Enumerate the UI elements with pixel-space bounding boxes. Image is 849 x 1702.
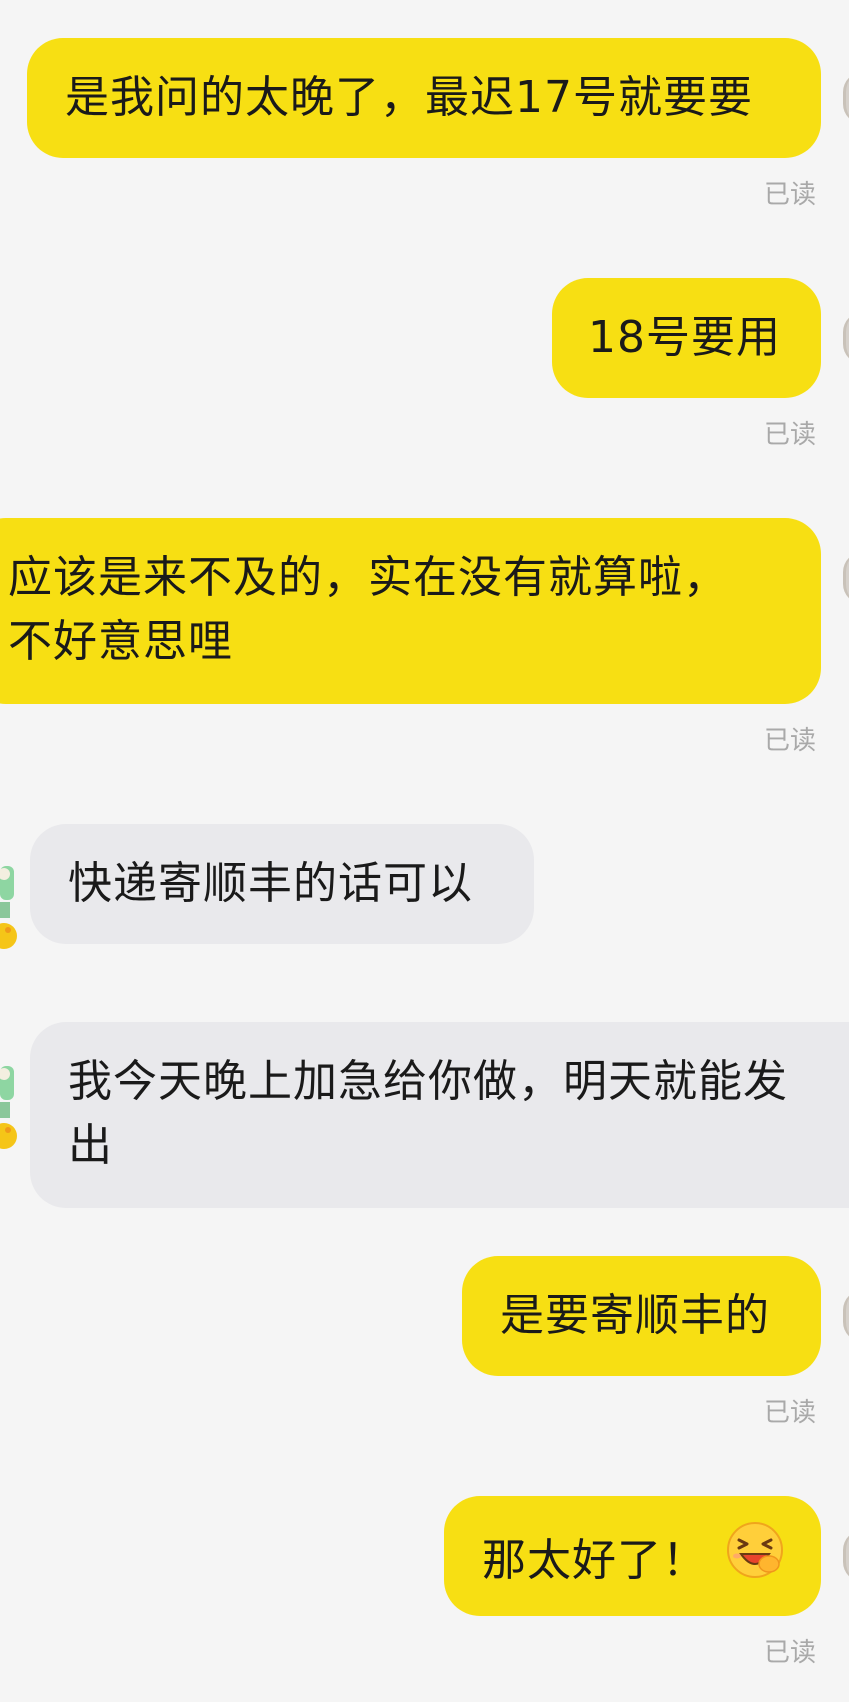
message-bubble-incoming[interactable]: 我今天晚上加急给你做，明天就能发 出: [30, 1022, 849, 1208]
read-status: 已读: [764, 726, 817, 756]
message-bubble-outgoing[interactable]: 18号要用: [552, 278, 821, 398]
message-text: 18号要用: [588, 312, 781, 363]
chat-screen: 是我问的太晚了，最迟17号就要要 已读 18号要用 已读 应该是来不及的，实在没…: [0, 0, 849, 1702]
my-avatar[interactable]: [843, 72, 849, 124]
partner-avatar[interactable]: [0, 1058, 24, 1158]
message-text: 那太好了！: [482, 1535, 707, 1586]
grinning-squint-face-icon: [725, 1520, 785, 1598]
message-bubble-outgoing[interactable]: 那太好了！: [444, 1496, 821, 1616]
message-bubble-incoming[interactable]: 快递寄顺丰的话可以: [30, 824, 534, 944]
message-text: 快递寄顺丰的话可以: [68, 858, 473, 909]
message-text-line: 出: [68, 1120, 113, 1171]
message-bubble-outgoing[interactable]: 应该是来不及的，实在没有就算啦， 不好意思哩: [0, 518, 821, 704]
read-status: 已读: [764, 180, 817, 210]
cartoon-avatar-icon: [0, 1066, 17, 1149]
message-text-line: 应该是来不及的，实在没有就算啦，: [8, 552, 728, 603]
read-status: 已读: [764, 1398, 817, 1428]
my-avatar[interactable]: [843, 552, 849, 604]
message-text-line: 不好意思哩: [8, 616, 233, 667]
read-status: 已读: [764, 1638, 817, 1668]
my-avatar[interactable]: [843, 1290, 849, 1342]
my-avatar[interactable]: [843, 312, 849, 364]
read-status: 已读: [764, 420, 817, 450]
message-text: 是要寄顺丰的: [500, 1290, 770, 1341]
my-avatar[interactable]: [843, 1530, 849, 1582]
message-text: 是我问的太晚了，最迟17号就要要: [65, 72, 753, 123]
message-bubble-outgoing[interactable]: 是我问的太晚了，最迟17号就要要: [27, 38, 821, 158]
cartoon-avatar-icon: [0, 866, 17, 949]
partner-avatar[interactable]: [0, 858, 24, 958]
message-text-line: 我今天晚上加急给你做，明天就能发: [68, 1056, 788, 1107]
message-bubble-outgoing[interactable]: 是要寄顺丰的: [462, 1256, 821, 1376]
